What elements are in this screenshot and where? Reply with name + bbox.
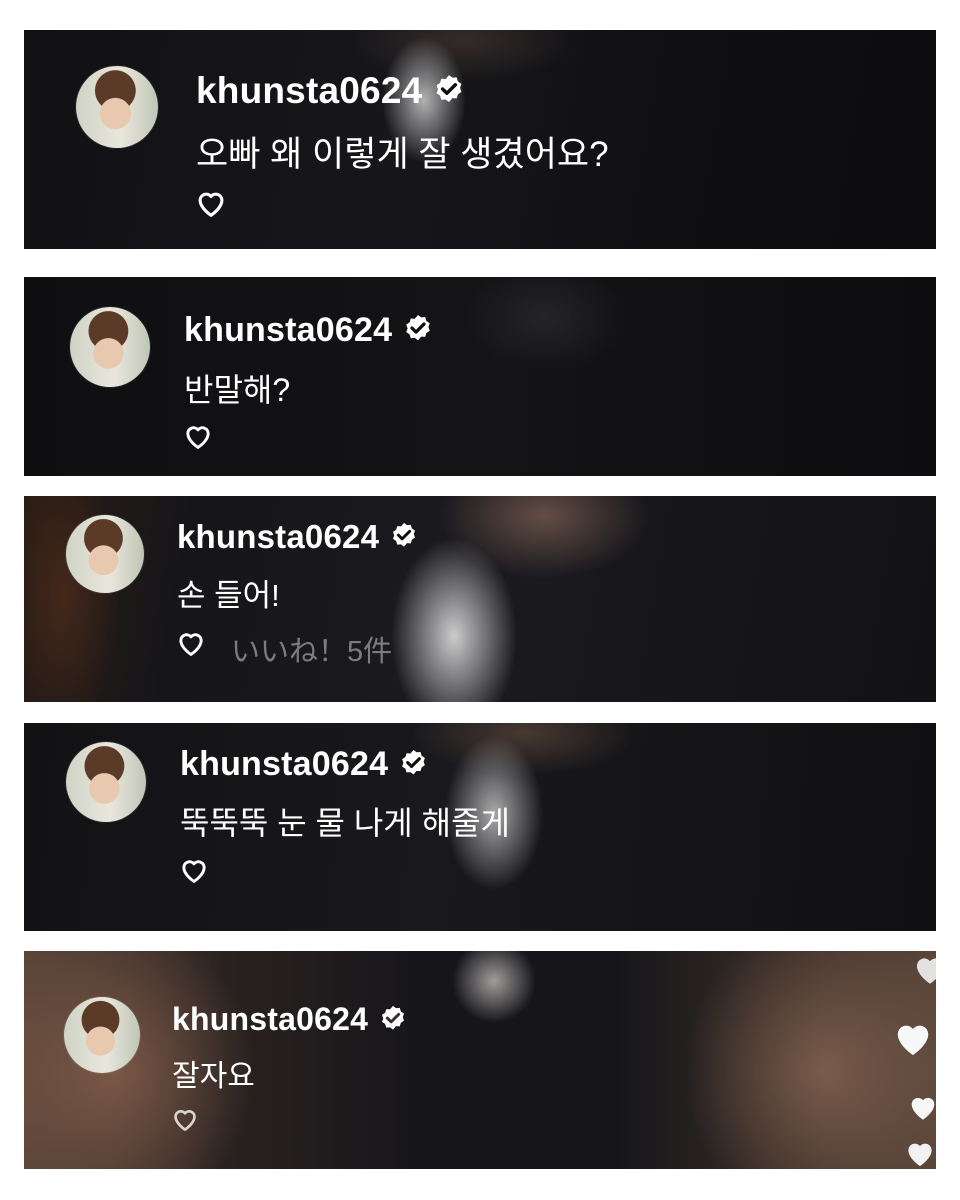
verified-badge-icon bbox=[436, 75, 462, 103]
verified-badge-icon bbox=[393, 523, 416, 547]
comment-text: 오빠 왜 이렇게 잘 생겼어요? bbox=[196, 135, 609, 174]
avatar[interactable] bbox=[76, 66, 158, 148]
heart-outline-icon[interactable] bbox=[178, 856, 210, 884]
heart-filled-icon bbox=[897, 1025, 929, 1056]
avatar[interactable] bbox=[70, 307, 150, 387]
avatar[interactable] bbox=[66, 742, 146, 822]
comment-panel-1: khunsta0624 오빠 왜 이렇게 잘 생겼어요? bbox=[24, 30, 936, 249]
username[interactable]: khunsta0624 bbox=[172, 1001, 368, 1037]
verified-badge-icon bbox=[406, 315, 430, 341]
heart-outline-icon[interactable] bbox=[182, 422, 214, 450]
video-background bbox=[24, 951, 936, 1169]
avatar[interactable] bbox=[66, 515, 144, 593]
heart-filled-icon bbox=[916, 958, 936, 984]
avatar[interactable] bbox=[64, 997, 140, 1073]
comment-text: 손 들어! bbox=[177, 578, 280, 613]
verified-badge-icon bbox=[382, 1005, 405, 1030]
username-row: khunsta0624 bbox=[180, 745, 429, 784]
username-row: khunsta0624 bbox=[184, 311, 434, 350]
comment-text: 잘자요 bbox=[172, 1060, 255, 1093]
username-row: khunsta0624 bbox=[196, 70, 466, 112]
username-row: khunsta0624 bbox=[177, 518, 419, 556]
username[interactable]: khunsta0624 bbox=[196, 70, 422, 111]
heart-filled-icon bbox=[911, 1097, 935, 1120]
heart-filled-icon bbox=[908, 1143, 932, 1167]
video-background bbox=[24, 496, 936, 702]
verified-badge-icon bbox=[402, 749, 426, 774]
username-row: khunsta0624 bbox=[172, 1001, 408, 1038]
username[interactable]: khunsta0624 bbox=[180, 745, 388, 783]
likes-count[interactable]: いいね！5件 bbox=[231, 628, 392, 670]
comment-panel-3: khunsta0624 손 들어! いいね！5件 bbox=[24, 496, 936, 702]
heart-outline-icon[interactable] bbox=[170, 1106, 200, 1132]
comment-panel-4: khunsta0624 뚝뚝뚝 눈 물 나게 해줄게 bbox=[24, 723, 936, 931]
comment-text: 반말해? bbox=[184, 372, 291, 408]
comment-panel-2: khunsta0624 반말해? bbox=[24, 277, 936, 476]
username[interactable]: khunsta0624 bbox=[177, 518, 379, 555]
heart-outline-icon[interactable] bbox=[175, 629, 207, 657]
heart-outline-icon[interactable] bbox=[194, 188, 228, 218]
username[interactable]: khunsta0624 bbox=[184, 311, 392, 349]
comment-panel-5: khunsta0624 잘자요 bbox=[24, 951, 936, 1169]
video-background bbox=[24, 277, 936, 476]
comment-text: 뚝뚝뚝 눈 물 나게 해줄게 bbox=[180, 805, 510, 841]
